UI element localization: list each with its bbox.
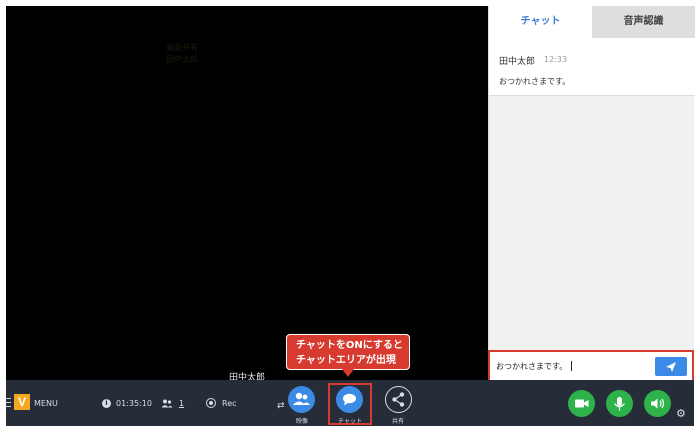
camera-toggle-button[interactable] [568, 390, 595, 417]
speech-bubble-icon [343, 393, 356, 406]
chat-input-value: おつかれさまです。 [496, 362, 568, 371]
video-camera-icon [575, 399, 589, 408]
tab-chat[interactable]: チャット [489, 6, 592, 38]
chat-tabs: チャット 音声認識 [489, 6, 695, 38]
callout-tail [342, 369, 354, 377]
message-sender: 田中太郎 [499, 57, 536, 67]
message-text: おつかれさまです。 [499, 77, 571, 86]
info-icon[interactable]: i [102, 399, 111, 408]
speaker-toggle-button[interactable] [644, 390, 671, 417]
chat-message: 田中太郎 12:33 おつかれさまです。 [489, 38, 695, 96]
video-area: 画面共有 田中太郎 田中太郎 [6, 6, 488, 383]
share-button[interactable] [385, 386, 412, 413]
video-button[interactable] [288, 386, 315, 413]
app-logo[interactable]: V [14, 394, 30, 410]
elapsed-time: 01:35:10 [116, 399, 152, 408]
toolbar: V MENU i 01:35:10 1 Rec ⇄ 映像 チャット 共有 ⚙ [6, 380, 694, 426]
record-icon[interactable] [206, 398, 216, 408]
mic-toggle-button[interactable] [606, 390, 633, 417]
menu-button[interactable]: MENU [34, 399, 58, 408]
text-cursor [571, 361, 573, 371]
chat-input-highlight: おつかれさまです。 [488, 350, 694, 382]
chat-input[interactable]: おつかれさまです。 [496, 361, 573, 372]
switch-camera-icon[interactable]: ⇄ [277, 401, 287, 411]
gear-icon[interactable]: ⚙ [676, 407, 686, 420]
callout-line-1: チャットをONにすると [296, 340, 403, 351]
callout-annotation: チャットをONにすると チャットエリアが出現 [286, 334, 410, 370]
share-button-label: 共有 [391, 418, 404, 425]
share-icon [392, 392, 405, 407]
microphone-icon [614, 397, 625, 411]
chat-button-label: チャット [338, 418, 362, 425]
chat-button[interactable] [336, 386, 363, 413]
video-button-label: 映像 [295, 418, 308, 425]
callout-line-2: チャットエリアが出現 [296, 355, 396, 366]
app-frame: 画面共有 田中太郎 田中太郎 チャット 音声認識 田中太郎 12:33 おつかれ… [0, 0, 700, 429]
rec-label[interactable]: Rec [222, 399, 237, 408]
people-icon [293, 392, 310, 405]
participant-count[interactable]: 1 [179, 399, 184, 408]
tab-voice-recognition[interactable]: 音声認識 [592, 6, 695, 38]
participants-icon [161, 399, 173, 408]
message-time: 12:33 [544, 55, 568, 64]
speaker-icon [651, 398, 665, 409]
send-icon [666, 362, 676, 372]
chat-panel: チャット 音声認識 田中太郎 12:33 おつかれさまです。 [488, 6, 695, 380]
video-faint-text: 画面共有 田中太郎 [166, 43, 198, 64]
hamburger-menu-icon[interactable] [6, 398, 11, 407]
send-button[interactable] [655, 357, 687, 376]
